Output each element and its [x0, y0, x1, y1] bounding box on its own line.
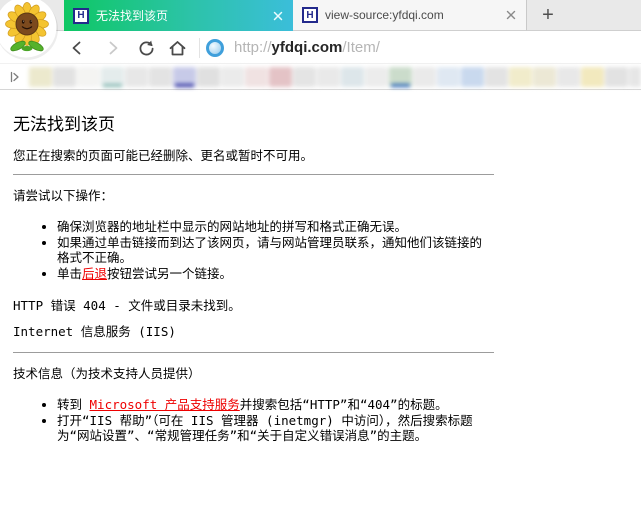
site-favicon-h: H	[302, 7, 318, 23]
bookmark-item[interactable]	[509, 67, 532, 87]
suggestions-list: 确保浏览器的地址栏中显示的网站地址的拼写和格式正确无误。 如果通过单击链接而到达…	[13, 219, 494, 281]
back-button[interactable]	[66, 37, 88, 59]
bookmarks-bar	[0, 63, 641, 90]
home-button[interactable]	[166, 37, 188, 59]
tech-text: 转到	[57, 397, 90, 412]
list-item: 确保浏览器的地址栏中显示的网站地址的拼写和格式正确无误。	[57, 219, 494, 234]
bookmark-item[interactable]	[197, 67, 220, 87]
bookmark-item[interactable]	[485, 67, 508, 87]
url-scheme: http://	[234, 39, 272, 56]
close-tab-icon[interactable]	[505, 9, 517, 21]
suggestion-text: 如果通过单击链接而到达了该网页，请与网站管理员联系，通知他们该链接的格式不正确。	[57, 235, 482, 265]
url-domain: yfdqi.com	[272, 39, 343, 56]
bookmark-item[interactable]	[557, 67, 580, 87]
bookmark-item[interactable]	[605, 67, 628, 87]
suggestion-text: 确保浏览器的地址栏中显示的网站地址的拼写和格式正确无误。	[57, 219, 407, 234]
tech-text: 并搜索包括“HTTP”和“404”的标题。	[240, 397, 448, 412]
site-favicon-h: H	[73, 8, 89, 24]
tab-error-page[interactable]: H 无法找到该页	[64, 0, 293, 31]
bookmark-item[interactable]	[29, 67, 52, 87]
bookmark-item[interactable]	[77, 67, 100, 87]
tab-title: view-source:yfdqi.com	[325, 8, 498, 22]
microsoft-support-link[interactable]: Microsoft 产品支持服务	[90, 397, 240, 412]
tech-text: 打开“IIS 帮助”（可在 IIS 管理器 (inetmgr) 中访问），然后搜…	[57, 413, 473, 443]
iis-service-line: Internet 信息服务 (IIS)	[13, 324, 494, 340]
list-item: 转到 Microsoft 产品支持服务并搜索包括“HTTP”和“404”的标题。	[57, 397, 494, 412]
error-page-subtitle: 您正在搜索的页面可能已经删除、更名或暂时不可用。	[13, 148, 494, 163]
bookmark-item[interactable]	[53, 67, 76, 87]
divider	[13, 352, 494, 353]
tab-strip: H 无法找到该页 H view-source:yfdqi.com +	[0, 0, 641, 31]
url-path: /Item/	[342, 39, 380, 56]
error-page-title: 无法找到该页	[13, 118, 494, 133]
site-info-globe-icon[interactable]	[206, 39, 224, 57]
bookmark-item[interactable]	[389, 67, 412, 87]
address-bar-divider	[199, 38, 200, 58]
divider	[13, 174, 494, 175]
bookmark-item[interactable]	[149, 67, 172, 87]
bookmark-item[interactable]	[437, 67, 460, 87]
reload-button[interactable]	[135, 37, 157, 59]
bookmark-item[interactable]	[581, 67, 604, 87]
navigation-bar: http://yfdqi.com/Item/	[0, 31, 641, 63]
http-error-line: HTTP 错误 404 - 文件或目录未找到。	[13, 298, 494, 314]
tab-title: 无法找到该页	[96, 7, 265, 24]
bookmark-item[interactable]	[461, 67, 484, 87]
bookmark-item[interactable]	[245, 67, 268, 87]
try-actions-label: 请尝试以下操作：	[13, 188, 494, 203]
tech-info-label: 技术信息（为技术支持人员提供）	[13, 366, 494, 381]
expand-sidebar-icon[interactable]	[7, 69, 23, 85]
address-bar[interactable]: http://yfdqi.com/Item/	[234, 31, 380, 63]
list-item: 打开“IIS 帮助”（可在 IIS 管理器 (inetmgr) 中访问），然后搜…	[57, 413, 494, 443]
list-item: 单击后退按钮尝试另一个链接。	[57, 266, 494, 281]
sunflower-avatar[interactable]	[0, 0, 63, 64]
bookmark-item[interactable]	[413, 67, 436, 87]
browser-window: H 无法找到该页 H view-source:yfdqi.com +	[0, 0, 641, 508]
tech-info-list: 转到 Microsoft 产品支持服务并搜索包括“HTTP”和“404”的标题。…	[13, 397, 494, 443]
bookmark-item[interactable]	[269, 67, 292, 87]
suggestion-text: 单击	[57, 266, 82, 281]
bookmark-item[interactable]	[293, 67, 316, 87]
bookmark-item[interactable]	[341, 67, 364, 87]
bookmark-item[interactable]	[101, 67, 124, 87]
page-content: 无法找到该页 您正在搜索的页面可能已经删除、更名或暂时不可用。 请尝试以下操作：…	[0, 90, 641, 460]
forward-button[interactable]	[102, 37, 124, 59]
bookmark-item[interactable]	[629, 67, 641, 87]
new-tab-button[interactable]: +	[534, 2, 562, 29]
close-tab-icon[interactable]	[272, 10, 284, 22]
bookmark-item[interactable]	[365, 67, 388, 87]
suggestion-text: 按钮尝试另一个链接。	[107, 266, 232, 281]
bookmark-item[interactable]	[533, 67, 556, 87]
bookmark-item[interactable]	[317, 67, 340, 87]
tab-view-source[interactable]: H view-source:yfdqi.com	[293, 0, 527, 31]
bookmarks-strip	[29, 67, 641, 88]
bookmark-item[interactable]	[125, 67, 148, 87]
bookmark-item[interactable]	[173, 67, 196, 87]
list-item: 如果通过单击链接而到达了该网页，请与网站管理员联系，通知他们该链接的格式不正确。	[57, 235, 494, 265]
bookmark-item[interactable]	[221, 67, 244, 87]
back-link[interactable]: 后退	[82, 266, 107, 281]
